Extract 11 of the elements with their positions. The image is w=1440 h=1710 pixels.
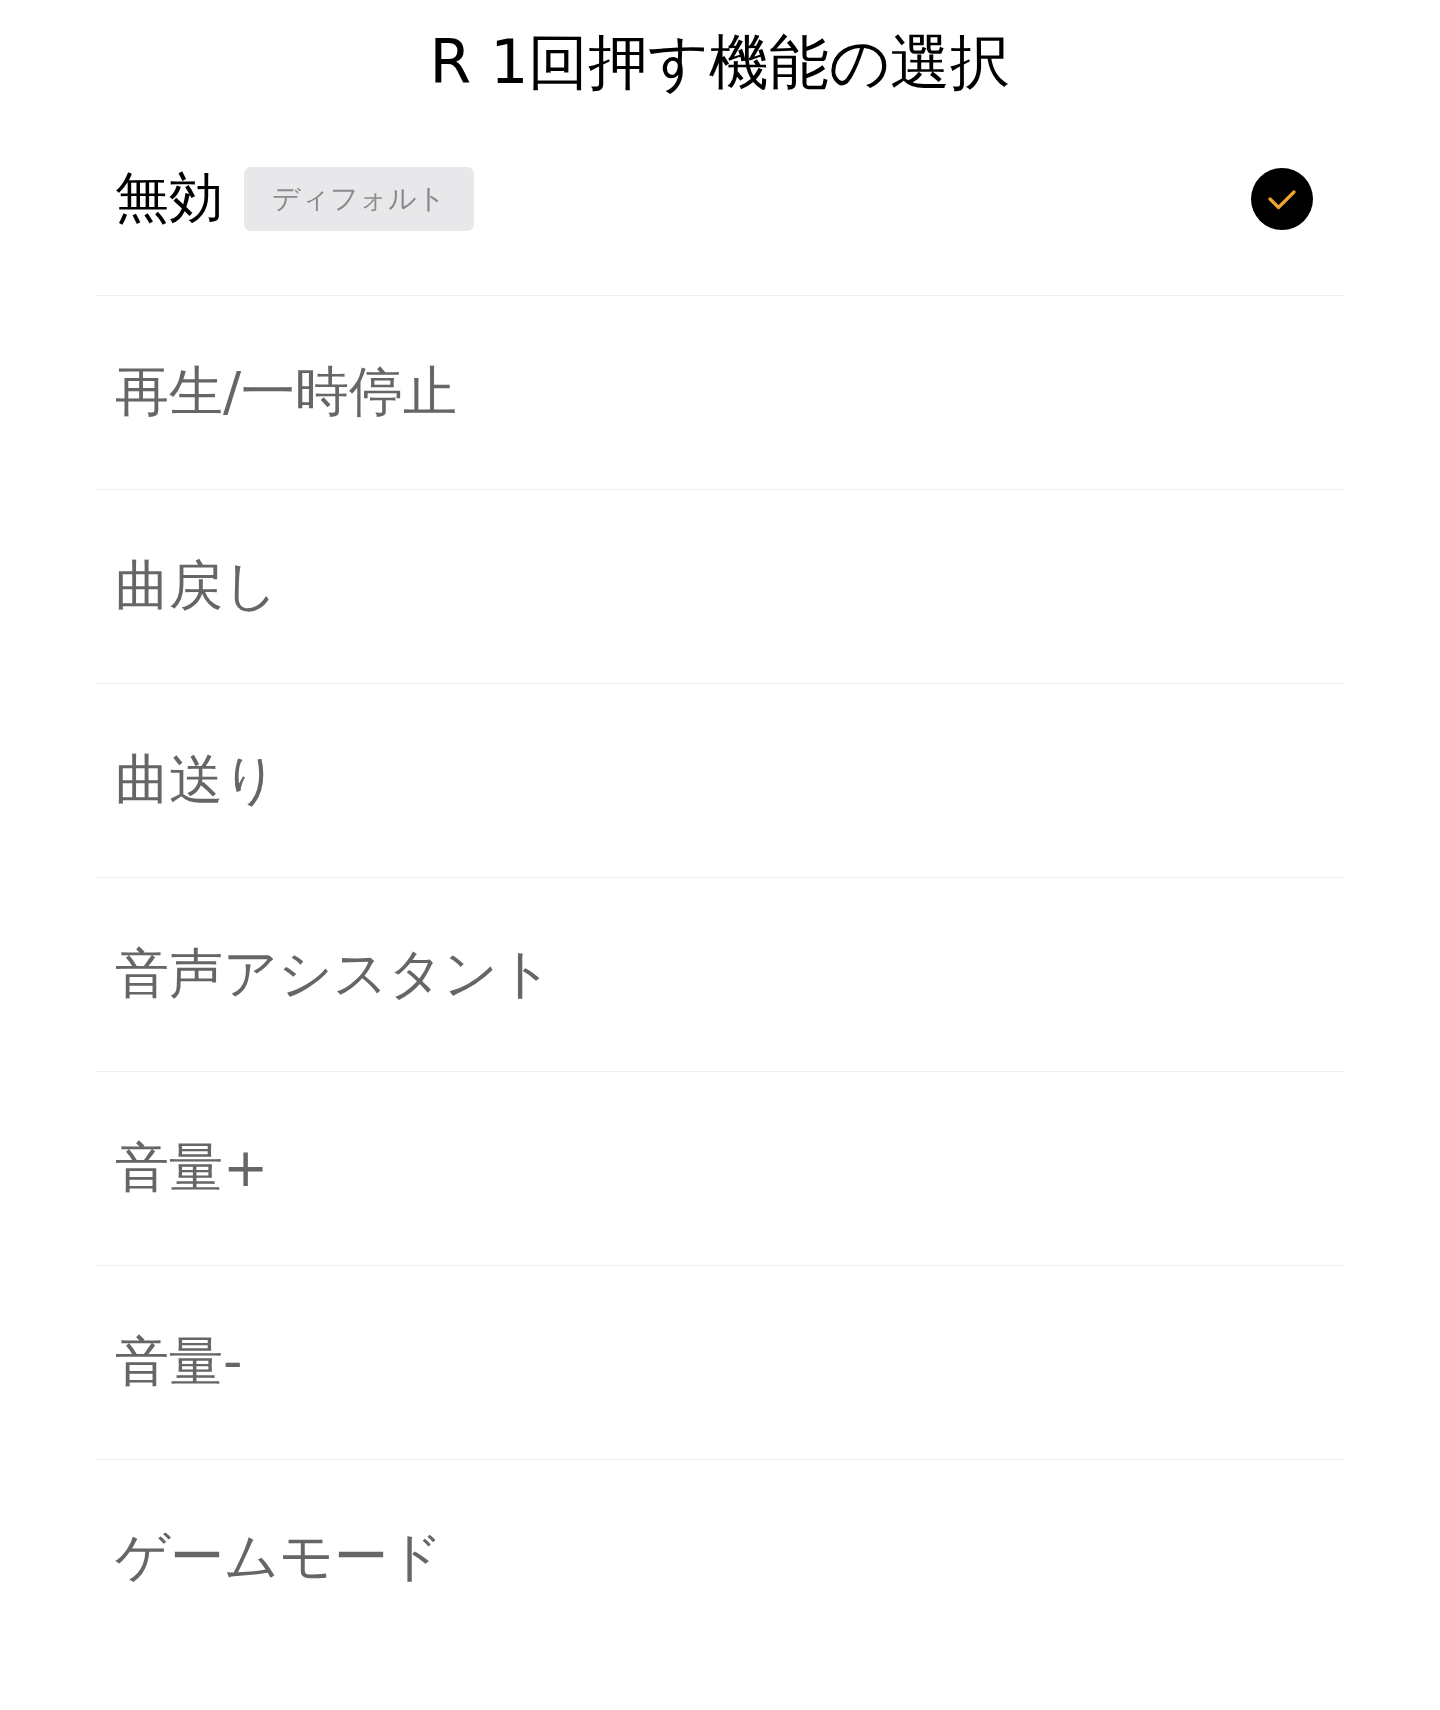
default-tag: ディフォルト (244, 166, 474, 231)
option-label[interactable]: 曲戻し (115, 550, 278, 623)
option-label[interactable]: 曲送り (115, 744, 278, 817)
page-title: R 1回押す機能の選択 (428, 26, 1012, 99)
option-label[interactable]: 無効 (115, 162, 223, 235)
checkmark-icon (1251, 167, 1313, 230)
option-label[interactable]: 音声アシスタント (115, 938, 553, 1011)
option-label[interactable]: 再生/一時停止 (115, 356, 458, 429)
option-label[interactable]: ゲームモード (115, 1520, 443, 1594)
option-label[interactable]: 音量+ (115, 1132, 269, 1205)
option-label[interactable]: 音量- (115, 1326, 243, 1399)
